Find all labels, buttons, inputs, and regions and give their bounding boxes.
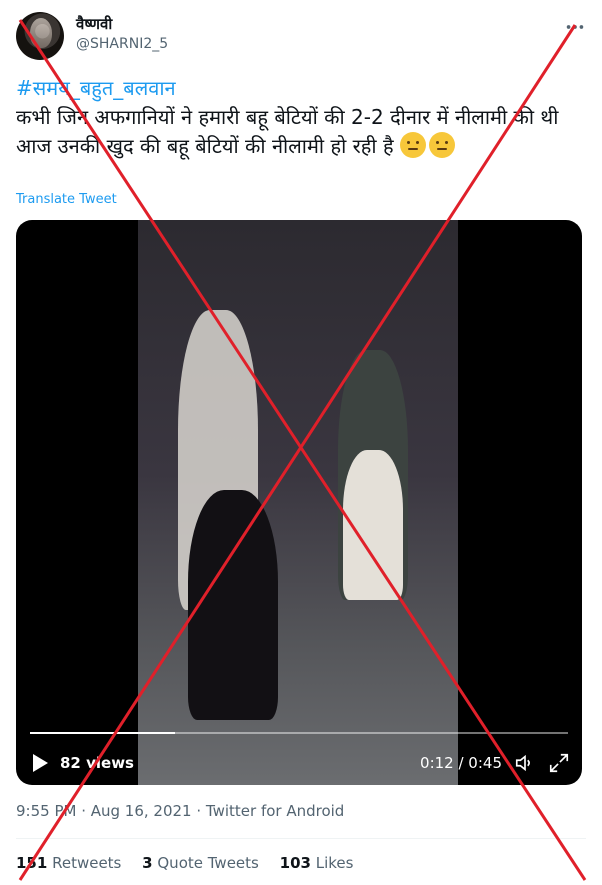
engagement-stats: 151 Retweets 3 Quote Tweets 103 Likes bbox=[16, 854, 369, 872]
view-count: 82 views bbox=[60, 754, 134, 772]
volume-icon[interactable] bbox=[514, 752, 536, 774]
retweets-count: 151 bbox=[16, 854, 48, 872]
likes-stat[interactable]: 103 Likes bbox=[280, 854, 354, 872]
hashtag-link[interactable]: #समय_बहुत_बलवान bbox=[16, 74, 586, 103]
user-handle[interactable]: @SHARNI2_5 bbox=[76, 36, 168, 52]
pensive-emoji-icon bbox=[428, 132, 455, 158]
tweet-header: वैष्णवी @SHARNI2_5 bbox=[16, 12, 586, 62]
tweet-body: कभी जिन अफगानियों ने हमारी बहू बेटियों क… bbox=[16, 105, 559, 158]
figure-dark-robe bbox=[188, 490, 278, 720]
video-player[interactable]: 82 views 0:12 / 0:45 bbox=[16, 220, 582, 785]
quote-tweets-stat[interactable]: 3 Quote Tweets bbox=[142, 854, 259, 872]
more-icon[interactable] bbox=[564, 16, 586, 38]
retweets-label: Retweets bbox=[52, 854, 122, 872]
tweet-timestamp[interactable]: 9:55 PM · Aug 16, 2021 · Twitter for And… bbox=[16, 802, 344, 820]
likes-count: 103 bbox=[279, 854, 311, 872]
video-frame bbox=[138, 220, 458, 785]
eye-roll-emoji-icon bbox=[399, 132, 426, 158]
divider bbox=[16, 838, 586, 839]
figure-white-pants bbox=[343, 450, 403, 600]
translate-tweet-link[interactable]: Translate Tweet bbox=[16, 192, 117, 207]
video-time: 0:12 / 0:45 bbox=[420, 754, 502, 772]
video-progress-bar[interactable] bbox=[30, 732, 568, 734]
video-progress-fill bbox=[30, 732, 176, 734]
play-icon[interactable] bbox=[30, 753, 50, 773]
quotes-count: 3 bbox=[142, 854, 153, 872]
quotes-label: Quote Tweets bbox=[157, 854, 259, 872]
avatar[interactable] bbox=[16, 12, 64, 60]
display-name[interactable]: वैष्णवी bbox=[76, 14, 112, 34]
retweets-stat[interactable]: 151 Retweets bbox=[16, 854, 121, 872]
likes-label: Likes bbox=[315, 854, 354, 872]
tweet-text: #समय_बहुत_बलवान कभी जिन अफगानियों ने हमा… bbox=[16, 74, 586, 161]
fullscreen-icon[interactable] bbox=[548, 752, 570, 774]
